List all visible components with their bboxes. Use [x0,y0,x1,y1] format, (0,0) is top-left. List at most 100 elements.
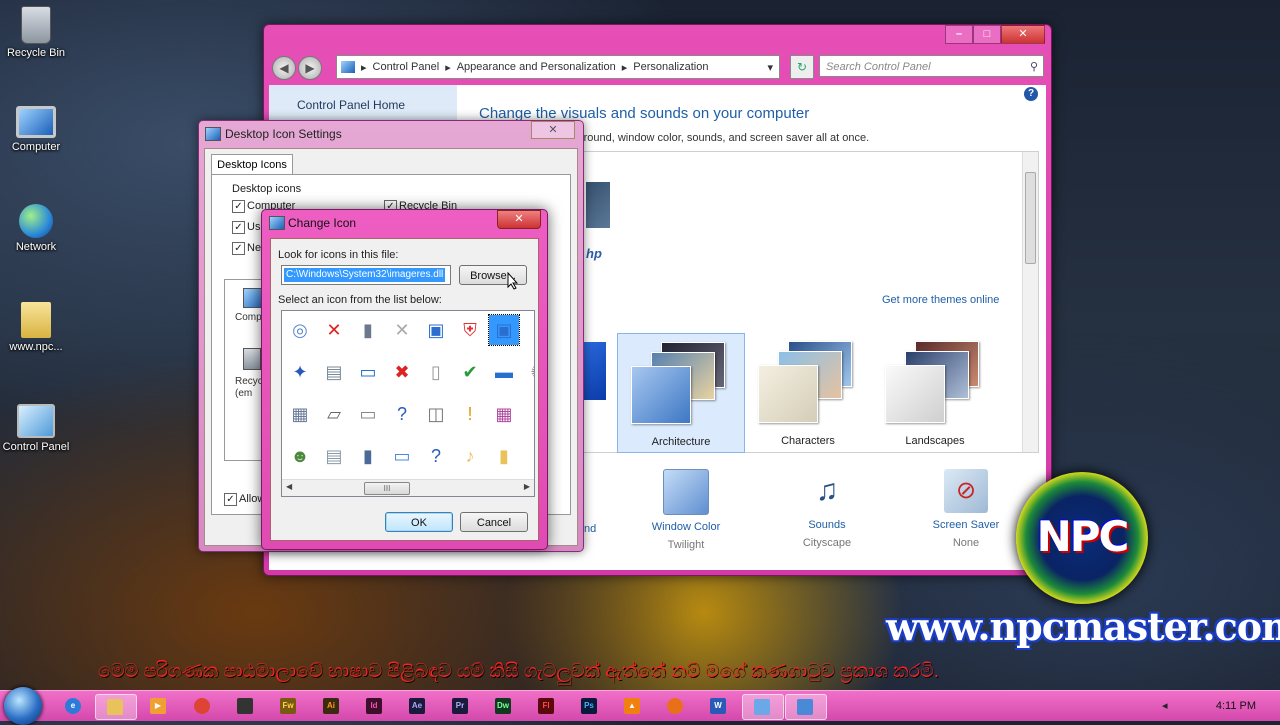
icon-option[interactable]: ▭ [387,441,417,471]
icon-option[interactable]: ▤ [319,357,349,387]
icon-grid[interactable]: ⋮ ▮ ♪? ▭ ▮ ▤ ☻ ▮ ▦! ◫? ▭ ▱ ▦ ✺ ▬ ✔ ▯ ✖ ▭ ▤ ✦ ▮ ▣ ⛨ ▣ ✕ ▮ ✕ ◎ ◀ III ▶ [281,310,535,497]
icon-option[interactable]: ▮ [353,441,383,471]
clock[interactable]: 4:11 PM [1216,700,1256,712]
icon-option[interactable]: ✔ [455,357,485,387]
chevron-down-icon[interactable]: ▾ [767,61,773,74]
icon-option[interactable]: ▦ [489,399,519,429]
taskbar-ie[interactable]: e [54,694,94,718]
window-color-link[interactable]: Window Color [631,521,741,533]
taskbar-word[interactable]: W [699,694,739,718]
taskbar-aftereffects[interactable]: Ae [398,694,438,718]
checkbox-allow-themes[interactable]: ✓ [224,493,237,506]
taskbar-control-panel[interactable] [742,694,784,720]
icon-option[interactable]: ? [421,441,451,471]
window-color-item[interactable]: Window Color Twilight [631,469,741,551]
taskbar-firefox[interactable] [656,694,696,718]
taskbar-illustrator[interactable]: Ai [312,694,352,718]
close-button[interactable]: ✕ [1001,25,1045,44]
close-button[interactable]: ✕ [497,210,541,229]
scroll-thumb[interactable]: III [364,482,410,495]
sounds-link[interactable]: Sounds [772,519,882,531]
start-button[interactable] [4,687,42,725]
icon-option[interactable]: ▣ [421,315,451,345]
taskbar-premiere[interactable]: Pr [441,694,481,718]
icon-grid-scrollbar[interactable]: ◀ III ▶ [282,479,534,496]
icon-option[interactable]: ▮ [523,399,534,429]
icon-option[interactable]: ☻ [285,441,315,471]
taskbar-media[interactable]: ▶ [139,694,179,718]
refresh-button[interactable]: ↻ [790,55,814,79]
icon-option[interactable]: ▬ [489,357,519,387]
scroll-left-icon[interactable]: ◀ [286,482,292,491]
taskbar-indesign[interactable]: Id [355,694,395,718]
screen-saver-link[interactable]: Screen Saver [911,519,1021,531]
icon-option[interactable]: ▣ [488,314,520,346]
sounds-item[interactable]: ♫ Sounds Cityscape [772,469,882,549]
icon-option[interactable]: ♪ [455,441,485,471]
taskbar-dreamweaver[interactable]: Dw [484,694,524,718]
icon-option[interactable]: ▱ [319,399,349,429]
screen-saver-item[interactable]: ⊘ Screen Saver None [911,469,1021,549]
checkbox-network[interactable]: ✓ [232,242,245,255]
icon-option[interactable]: ? [387,399,417,429]
scroll-right-icon[interactable]: ▶ [524,482,530,491]
address-bar[interactable]: ▸ Control Panel ▸ Appearance and Persona… [336,55,780,79]
ok-button[interactable]: OK [385,512,453,532]
icon-option[interactable]: ⛨ [455,315,485,345]
icon-option[interactable]: ▮ [523,315,534,345]
checkbox-user-files[interactable]: ✓ [232,221,245,234]
icon-option[interactable]: ▦ [285,399,315,429]
breadcrumb-appearance[interactable]: Appearance and Personalization [453,61,620,73]
icon-option[interactable]: ✺ [523,357,534,387]
icon-option[interactable]: ▤ [319,441,349,471]
icon-option[interactable]: ▭ [353,357,383,387]
icon-option[interactable]: ! [455,399,485,429]
desktop-icon-control-panel[interactable]: Control Panel [0,404,72,453]
taskbar-vlc[interactable]: ▲ [613,694,653,718]
taskbar-desktop-icon-settings[interactable] [785,694,827,720]
get-more-themes-link[interactable]: Get more themes online [882,294,999,306]
desktop-icon-computer[interactable]: Computer [0,106,72,153]
icon-option[interactable]: ✖ [387,357,417,387]
desktop-icon-recycle-bin[interactable]: Recycle Bin [0,6,72,59]
checkbox-computer[interactable]: ✓ [232,200,245,213]
scroll-thumb[interactable] [1025,172,1036,264]
help-icon[interactable]: ? [1024,87,1038,101]
icon-option[interactable]: ◎ [285,315,315,345]
theme-landscapes[interactable]: Landscapes [872,333,998,451]
forward-button[interactable]: ▶ [298,56,322,80]
search-icon[interactable]: ⚲ [1030,56,1038,78]
theme-characters[interactable]: Characters [745,333,871,451]
theme-architecture[interactable]: Architecture [617,333,745,453]
taskbar-explorer[interactable] [95,694,137,720]
theme-list-scrollbar[interactable] [1022,152,1038,452]
breadcrumb-personalization[interactable]: Personalization [629,61,712,73]
desktop-icon-user-folder[interactable]: www.npc... [0,302,72,353]
hp-theme-thumbnail[interactable] [586,182,610,228]
tray-expand-icon[interactable]: ◂ [1162,699,1168,712]
close-button[interactable]: ✕ [531,121,575,139]
taskbar-app-5[interactable] [226,694,266,718]
icon-option[interactable]: ◫ [421,399,451,429]
icon-option[interactable]: ▮ [489,441,519,471]
desktop-icon-network[interactable]: Network [0,204,72,253]
icon-option[interactable]: ⋮ [523,441,534,471]
tab-desktop-icons[interactable]: Desktop Icons [211,154,293,175]
recycle-bin-icon[interactable] [243,348,261,370]
back-button[interactable]: ◀ [272,56,296,80]
icon-option[interactable]: ▭ [353,399,383,429]
taskbar-photoshop[interactable]: Ps [570,694,610,718]
taskbar-chrome[interactable] [183,694,223,718]
taskbar-flash[interactable]: Fl [527,694,567,718]
file-path-input[interactable]: C:\Windows\System32\imageres.dll [281,265,451,285]
icon-option[interactable]: ▯ [421,357,451,387]
desktop-background-link[interactable]: nd [584,523,596,535]
minimize-button[interactable]: – [945,25,973,44]
taskbar-fireworks[interactable]: Fw [269,694,309,718]
icon-option[interactable]: ▮ [353,315,383,345]
icon-option[interactable]: ✕ [387,315,417,345]
breadcrumb-control-panel[interactable]: Control Panel [369,61,444,73]
search-input[interactable]: Search Control Panel ⚲ [819,55,1044,77]
maximize-button[interactable]: □ [973,25,1001,44]
control-panel-home-link[interactable]: Control Panel Home [297,98,405,112]
